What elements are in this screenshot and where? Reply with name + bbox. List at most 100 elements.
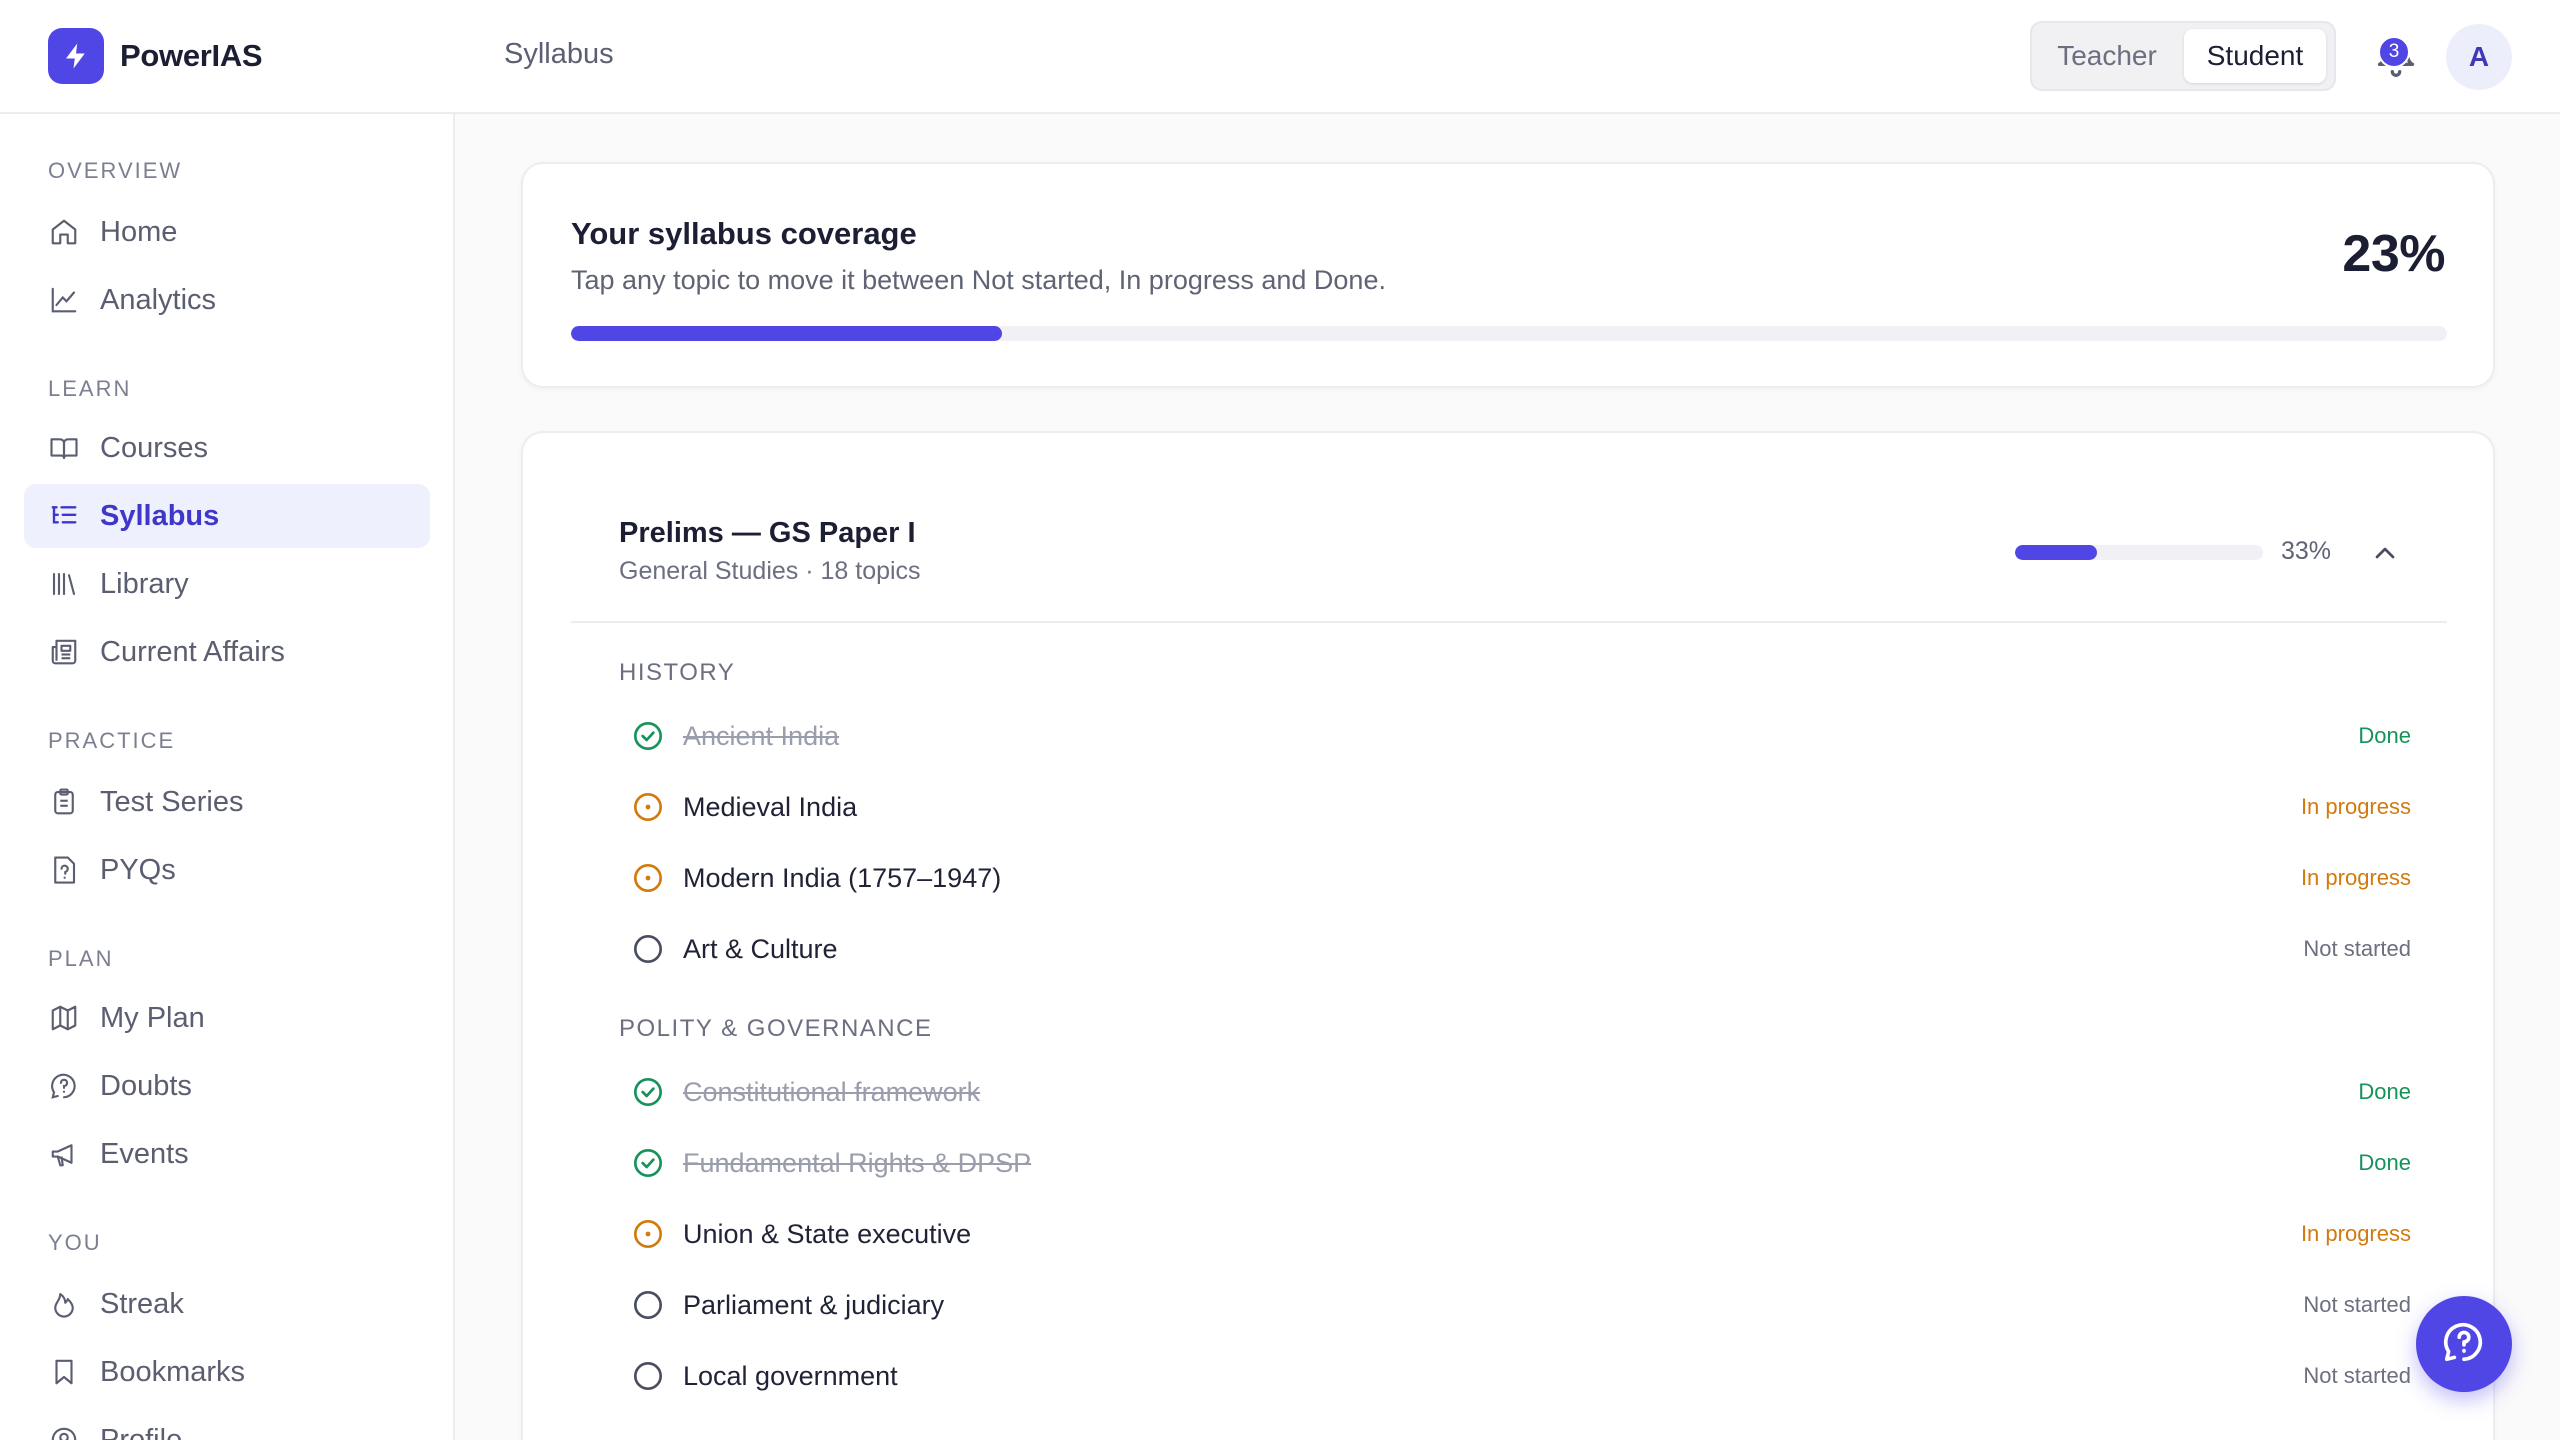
topic-status: In progress <box>2300 865 2411 890</box>
topic-row[interactable]: Parliament & judiciary Not started <box>631 1275 2411 1335</box>
file-question-icon <box>48 854 80 886</box>
sidebar-item-current-affairs[interactable]: Current Affairs <box>24 620 430 684</box>
topic-name: Parliament & judiciary <box>683 1289 945 1320</box>
home-icon <box>48 216 80 248</box>
topic-row[interactable]: Art & Culture Not started <box>631 919 2411 979</box>
topic-status: Not started <box>2303 936 2411 961</box>
user-avatar[interactable]: A <box>2446 24 2512 90</box>
newspaper-icon <box>48 636 80 668</box>
coverage-title: Your syllabus coverage <box>571 216 917 251</box>
chevron-up-icon[interactable] <box>2369 537 2401 569</box>
sidebar-item-events[interactable]: Events <box>24 1122 430 1186</box>
check-circle-icon <box>631 1146 665 1180</box>
role-teacher-button[interactable]: Teacher <box>2038 29 2176 83</box>
topic-row[interactable]: Modern India (1757–1947) In progress <box>631 848 2411 908</box>
sidebar-item-home[interactable]: Home <box>24 200 430 264</box>
sidebar-item-label: Events <box>100 1137 189 1170</box>
check-circle-icon <box>631 1075 665 1109</box>
paper-subtitle: General Studies · 18 topics <box>619 557 921 585</box>
topic-row[interactable]: Fundamental Rights & DPSP Done <box>631 1133 2411 1193</box>
topic-row[interactable]: Ancient India Done <box>631 706 2411 766</box>
sidebar-item-label: PYQs <box>100 853 176 886</box>
nav-section-practice: PRACTICE <box>48 728 176 753</box>
sidebar-item-label: My Plan <box>100 1001 205 1034</box>
flame-icon <box>48 1288 80 1320</box>
paper-progress-bar <box>2015 545 2263 560</box>
list-tree-icon <box>48 500 80 532</box>
topic-name: Ancient India <box>683 720 840 751</box>
topic-status: Done <box>2358 1079 2411 1104</box>
sidebar-item-syllabus[interactable]: Syllabus <box>24 484 430 548</box>
topic-name: Local government <box>683 1360 898 1391</box>
nav-section-you: YOU <box>48 1230 102 1255</box>
sidebar-item-label: Syllabus <box>100 499 220 532</box>
map-icon <box>48 1002 80 1034</box>
nav-section-plan: PLAN <box>48 946 114 971</box>
group-label-history: HISTORY <box>619 659 736 686</box>
sidebar-item-pyqs[interactable]: PYQs <box>24 838 430 902</box>
sidebar-item-label: Test Series <box>100 785 244 818</box>
sidebar-item-library[interactable]: Library <box>24 552 430 616</box>
topic-name: Union & State executive <box>683 1218 972 1249</box>
paper-percent: 33% <box>2281 537 2332 565</box>
topic-row[interactable]: Local government Not started <box>631 1346 2411 1406</box>
chart-icon <box>48 284 80 316</box>
sidebar-item-profile[interactable]: Profile <box>24 1408 430 1440</box>
role-toggle: Teacher Student <box>2030 21 2336 91</box>
bookmark-icon <box>48 1356 80 1388</box>
sidebar-item-label: Doubts <box>100 1069 192 1102</box>
sidebar-item-doubts[interactable]: Doubts <box>24 1054 430 1118</box>
sidebar: OVERVIEW Home Analytics LEARN Courses Sy… <box>0 114 455 1440</box>
sidebar-item-courses[interactable]: Courses <box>24 416 430 480</box>
sidebar-item-test-series[interactable]: Test Series <box>24 770 430 834</box>
sidebar-item-label: Home <box>100 215 178 248</box>
role-student-button[interactable]: Student <box>2184 29 2326 83</box>
topic-row[interactable]: Medieval India In progress <box>631 777 2411 837</box>
coverage-percent: 23% <box>2342 225 2445 283</box>
check-circle-icon <box>631 719 665 753</box>
paper-card: Prelims — GS Paper I General Studies · 1… <box>521 431 2495 1440</box>
sidebar-item-my-plan[interactable]: My Plan <box>24 986 430 1050</box>
help-fab-button[interactable] <box>2416 1296 2512 1392</box>
empty-circle-icon <box>631 1288 665 1322</box>
brand[interactable]: PowerIAS <box>48 28 263 84</box>
topic-name: Fundamental Rights & DPSP <box>683 1147 1032 1178</box>
topic-status: In progress <box>2300 794 2411 819</box>
user-circle-icon <box>48 1424 80 1440</box>
empty-circle-icon <box>631 932 665 966</box>
sidebar-item-label: Streak <box>100 1287 184 1320</box>
help-circle-icon <box>48 1070 80 1102</box>
sidebar-item-label: Current Affairs <box>100 635 285 668</box>
paper-divider <box>571 621 2447 623</box>
coverage-progress-bar <box>571 326 2447 341</box>
topic-status: In progress <box>2300 1221 2411 1246</box>
notification-count-badge: 3 <box>2378 36 2410 68</box>
topic-name: Art & Culture <box>683 933 838 964</box>
bolt-logo-icon <box>48 28 104 84</box>
nav-section-overview: OVERVIEW <box>48 158 183 183</box>
sidebar-item-analytics[interactable]: Analytics <box>24 268 430 332</box>
coverage-card: Your syllabus coverage Tap any topic to … <box>521 162 2495 388</box>
paper-title[interactable]: Prelims — GS Paper I <box>619 517 916 550</box>
paper-progress-fill <box>2015 545 2097 560</box>
topic-row[interactable]: Union & State executive In progress <box>631 1204 2411 1264</box>
clipboard-icon <box>48 786 80 818</box>
page-title: Syllabus <box>504 38 614 70</box>
empty-circle-icon <box>631 1359 665 1393</box>
topic-row[interactable]: Constitutional framework Done <box>631 1062 2411 1122</box>
help-chat-icon <box>2441 1319 2487 1370</box>
book-open-icon <box>48 432 80 464</box>
library-icon <box>48 568 80 600</box>
sidebar-item-streak[interactable]: Streak <box>24 1272 430 1336</box>
sidebar-item-label: Analytics <box>100 283 217 316</box>
nav-section-learn: LEARN <box>48 376 132 401</box>
sidebar-item-label: Bookmarks <box>100 1355 246 1388</box>
megaphone-icon <box>48 1138 80 1170</box>
sidebar-item-label: Courses <box>100 431 208 464</box>
brand-name: PowerIAS <box>120 38 263 73</box>
topic-name: Constitutional framework <box>683 1076 981 1107</box>
sidebar-item-bookmarks[interactable]: Bookmarks <box>24 1340 430 1404</box>
coverage-progress-fill <box>571 326 1003 341</box>
in-progress-circle-icon <box>631 790 665 824</box>
in-progress-circle-icon <box>631 1217 665 1251</box>
